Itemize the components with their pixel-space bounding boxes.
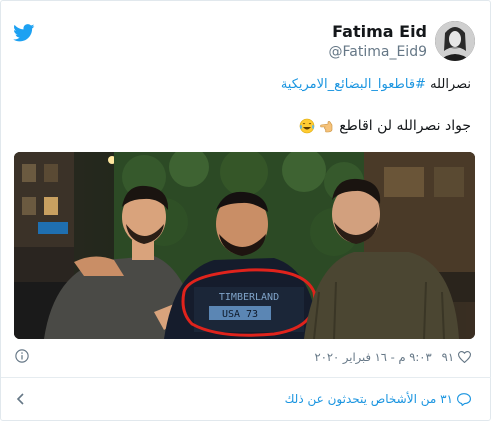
tweet-text-main: جواد نصرالله لن اقاطع — [339, 118, 471, 134]
twitter-bird-icon[interactable] — [13, 24, 35, 42]
tweet-photo[interactable]: TIMBERLAND USA 73 — [14, 152, 475, 339]
tweet-meta: ٩١ ٩:٠٣ م - ١٦ فبراير ٢٠٢٠ — [315, 350, 471, 364]
shirt-usa-text: USA 73 — [222, 309, 258, 320]
laughing-tears-emoji — [299, 118, 315, 134]
heart-icon[interactable] — [458, 351, 471, 363]
photo-image: TIMBERLAND USA 73 — [14, 152, 475, 339]
author-name[interactable]: Fatima Eid — [332, 22, 427, 41]
chevron-left-icon[interactable] — [15, 393, 27, 405]
tweet-timestamp[interactable]: ٩:٠٣ م - ١٦ فبراير ٢٠٢٠ — [315, 350, 432, 364]
avatar-portrait-image — [435, 21, 475, 61]
info-icon[interactable] — [15, 349, 29, 363]
author-avatar[interactable] — [435, 21, 475, 61]
shirt-brand-text: TIMBERLAND — [219, 292, 279, 303]
author-handle[interactable]: @Fatima_Eid9 — [329, 44, 427, 60]
hashtag-link[interactable]: #قاطعوا_البضائع_الامريكية — [281, 77, 426, 92]
tweet-text-prefix: نصرالله — [425, 77, 471, 92]
divider — [1, 377, 491, 378]
tweet-text-line1: نصرالله #قاطعوا_البضائع_الامريكية — [281, 77, 471, 92]
reply-bubble-icon — [457, 392, 471, 406]
likes-count[interactable]: ٩١ — [442, 350, 454, 364]
people-talking-text[interactable]: ٣١ من الأشخاص يتحدثون عن ذلك — [285, 392, 453, 406]
finger-pointing-left-emoji — [320, 121, 333, 133]
embedded-tweet-card: Fatima Eid @Fatima_Eid9 نصرالله #قاطعوا_… — [0, 0, 491, 421]
tweet-text-line2: جواد نصرالله لن اقاطع — [299, 118, 471, 134]
people-talking-link[interactable]: ٣١ من الأشخاص يتحدثون عن ذلك — [285, 392, 471, 406]
